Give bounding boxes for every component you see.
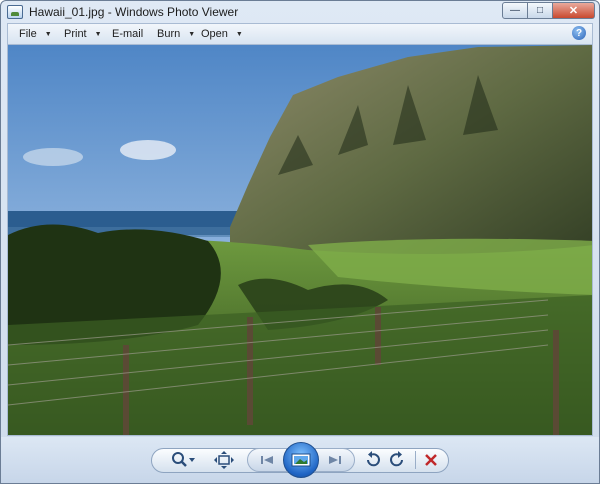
- menu-print[interactable]: Print ▼: [64, 28, 102, 40]
- next-icon[interactable]: [315, 448, 355, 472]
- zoom-icon[interactable]: [169, 450, 197, 470]
- slideshow-icon[interactable]: [283, 442, 319, 478]
- previous-icon[interactable]: [247, 448, 287, 472]
- dropdown-arrow-icon: ▼: [94, 31, 102, 38]
- menu-print-label: Print: [64, 28, 87, 40]
- delete-icon[interactable]: [421, 450, 441, 470]
- close-button[interactable]: ✕: [553, 2, 595, 19]
- menu-burn-label: Burn: [157, 28, 181, 40]
- photo-display[interactable]: [7, 44, 593, 436]
- rotate-clockwise-icon[interactable]: [387, 450, 407, 470]
- toolbar-separator: [415, 451, 416, 469]
- maximize-icon: □: [536, 5, 544, 16]
- dropdown-arrow-icon: ▼: [235, 31, 243, 38]
- caption-buttons: — □ ✕: [502, 2, 595, 19]
- landscape-photo: [8, 45, 592, 435]
- dropdown-arrow-icon: ▼: [44, 31, 52, 38]
- menu-open-label: Open: [201, 28, 228, 40]
- actual-size-icon[interactable]: [213, 450, 235, 470]
- menu-open[interactable]: Open ▼: [201, 28, 243, 40]
- dropdown-arrow-icon: ▼: [188, 31, 196, 38]
- photo-viewer-app-icon[interactable]: [7, 5, 23, 19]
- close-icon: ✕: [568, 5, 579, 17]
- help-icon[interactable]: ?: [572, 26, 586, 40]
- menu-burn[interactable]: Burn ▼: [157, 28, 195, 40]
- menu-file-label: File: [19, 28, 37, 40]
- menu-bar: File ▼ Print ▼ E-mail Burn ▼ Open ▼ ?: [7, 23, 593, 44]
- window-title: Hawaii_01.jpg - Windows Photo Viewer: [29, 5, 239, 19]
- rotate-counterclockwise-icon[interactable]: [363, 450, 383, 470]
- menu-email-label: E-mail: [112, 28, 144, 40]
- menu-file[interactable]: File ▼: [19, 28, 52, 40]
- minimize-icon: —: [510, 5, 520, 16]
- minimize-button[interactable]: —: [502, 2, 528, 19]
- help-label: ?: [575, 27, 583, 39]
- photo-viewer-window: Hawaii_01.jpg - Windows Photo Viewer — □…: [0, 0, 600, 484]
- menu-email[interactable]: E-mail: [112, 28, 143, 40]
- maximize-button[interactable]: □: [528, 2, 553, 19]
- title-bar[interactable]: Hawaii_01.jpg - Windows Photo Viewer — □…: [1, 1, 599, 23]
